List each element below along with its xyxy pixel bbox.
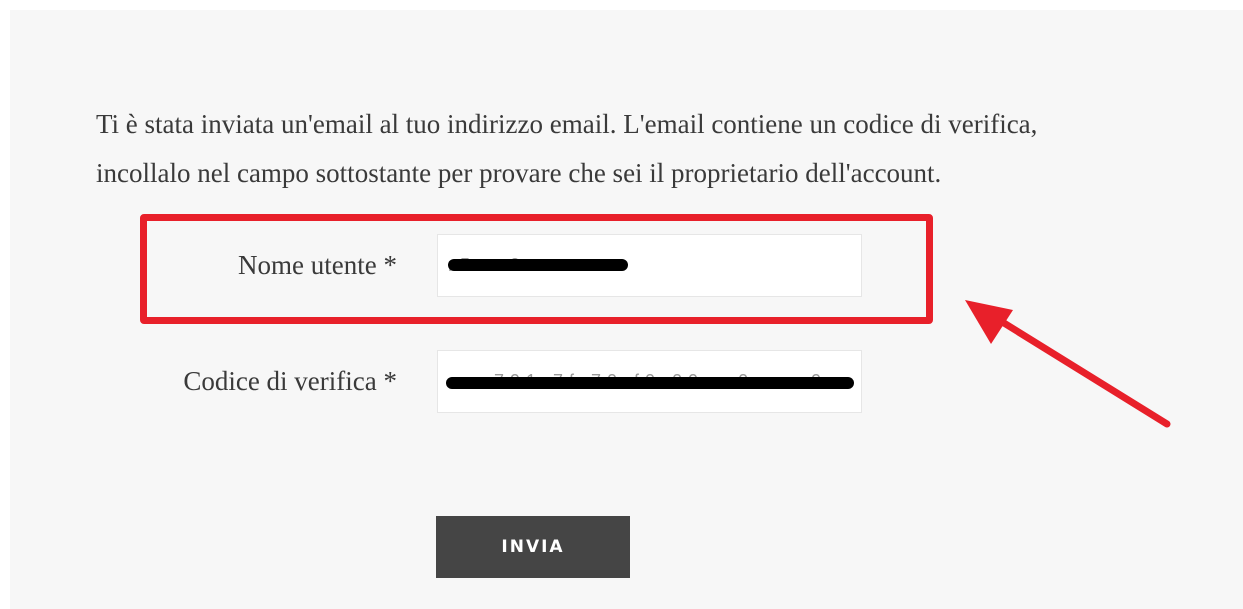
verification-code-label: Codice di verifica *: [183, 366, 397, 396]
instructions-line-2: incollalo nel campo sottostante per prov…: [96, 158, 942, 188]
submit-button[interactable]: INVIA: [436, 516, 630, 578]
verification-code-input[interactable]: · · 791 7f 70 f0 09 · 0 · · 9 · · 01: [437, 350, 862, 413]
arrow-shaft: [979, 306, 1171, 428]
instructions-line-1: Ti è stata inviata un'email al tuo indir…: [96, 109, 1038, 139]
arrow-icon: [965, 300, 1171, 428]
username-highlight-box: [140, 214, 933, 324]
verification-code-redaction-mark: [446, 377, 854, 389]
instructions-text: Ti è stata inviata un'email al tuo indir…: [96, 100, 1226, 198]
